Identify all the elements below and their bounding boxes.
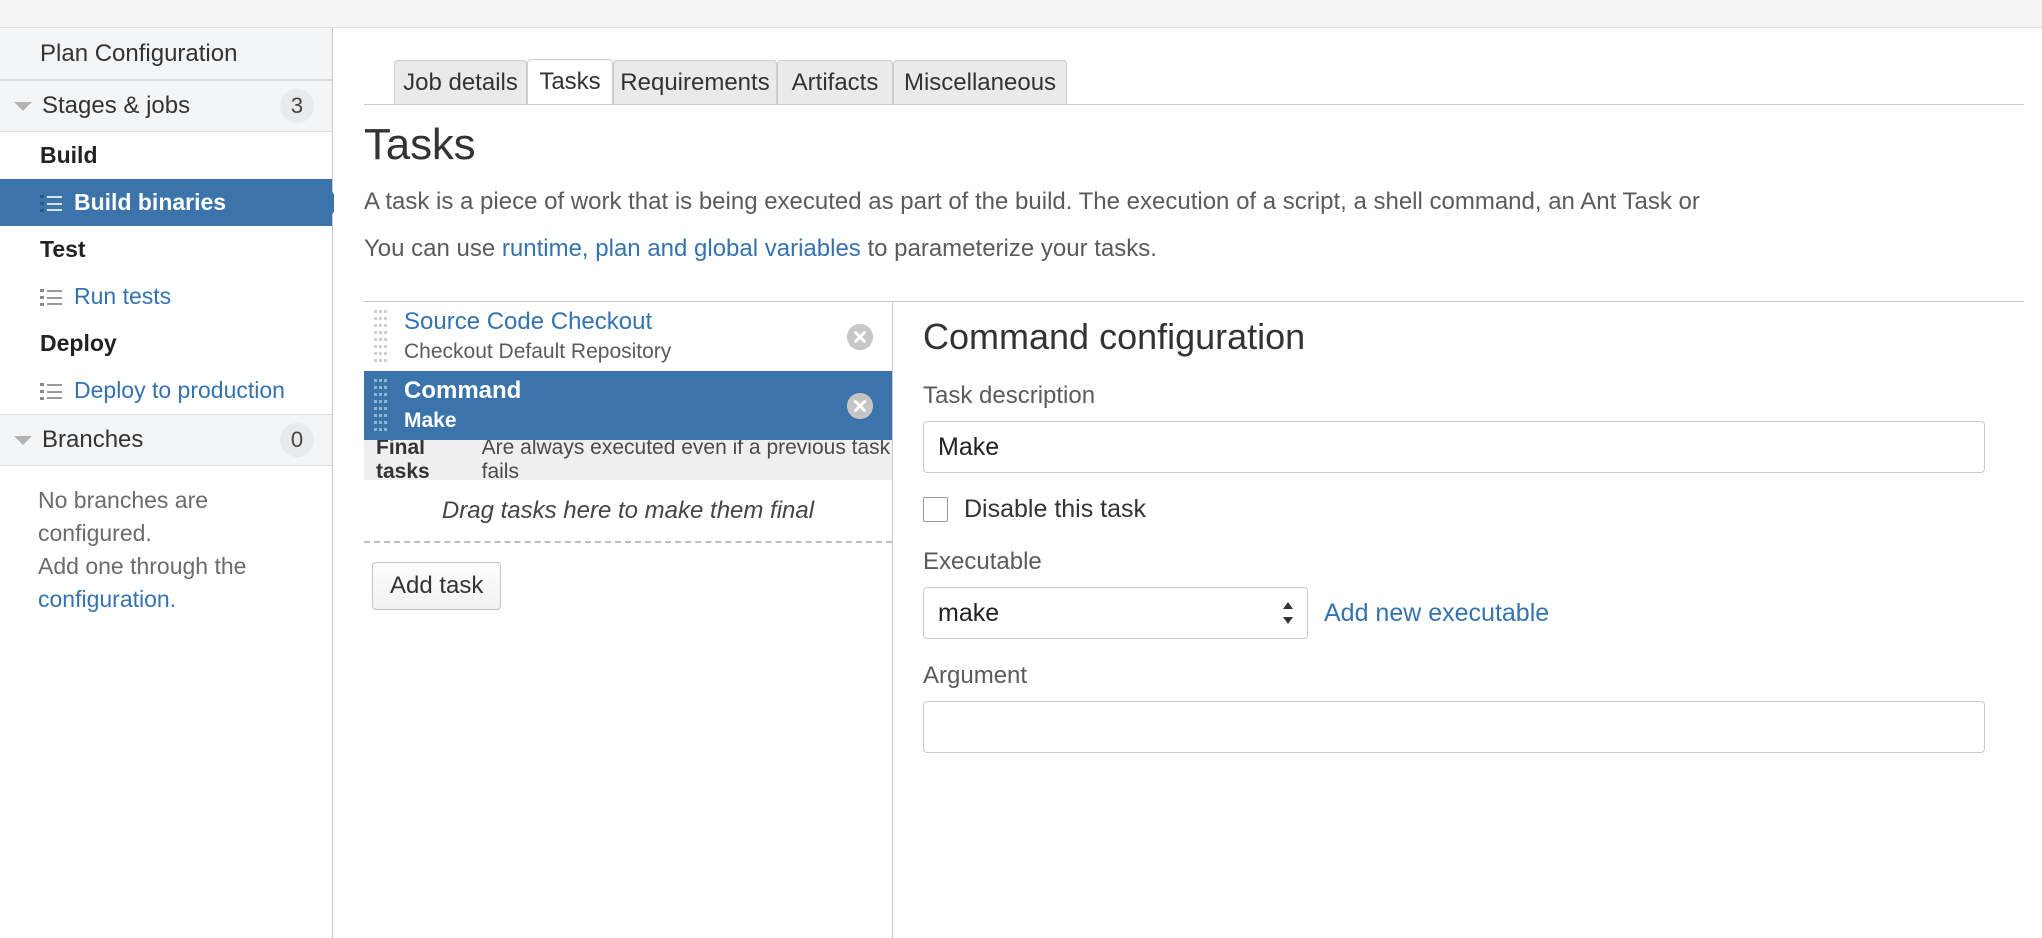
task-title[interactable]: Command: [404, 376, 521, 406]
tab-label: Artifacts: [792, 69, 879, 97]
sidebar-header-plan-configuration[interactable]: Plan Configuration: [0, 28, 332, 80]
close-icon: [847, 393, 873, 419]
tab-bar: Job details Tasks Requirements Artifacts…: [364, 60, 2024, 105]
branches-empty-line-2: Add one through the: [38, 550, 308, 583]
disable-task-label: Disable this task: [964, 495, 1146, 524]
final-tasks-label: Final tasks: [376, 436, 475, 484]
tasks-description-text: A task is a piece of work that is being …: [364, 188, 1700, 215]
executable-row: make Add new executable: [923, 587, 2024, 639]
tasks-description-paragraph-1: A task is a piece of work that is being …: [364, 188, 1700, 216]
final-tasks-banner: Final tasks Are always executed even if …: [364, 440, 892, 480]
sidebar: Plan Configuration Stages & jobs 3 Build…: [0, 28, 333, 938]
sidebar-item-label: Run tests: [74, 283, 171, 310]
tab-requirements[interactable]: Requirements: [613, 60, 777, 104]
add-new-executable-link[interactable]: Add new executable: [1324, 599, 1549, 628]
disable-task-row[interactable]: Disable this task: [923, 495, 2024, 524]
remove-task-button[interactable]: [847, 393, 873, 419]
tab-label: Tasks: [539, 68, 600, 96]
chevron-updown-icon: [1282, 600, 1294, 626]
job-list-icon: [40, 288, 62, 306]
tab-label: Miscellaneous: [904, 69, 1056, 97]
stage-deploy: Deploy: [0, 320, 332, 367]
stage-test: Test: [0, 226, 332, 273]
task-subtitle: Make: [404, 406, 521, 436]
sidebar-item-build-binaries[interactable]: Build binaries: [0, 179, 332, 226]
drag-handle-icon[interactable]: [374, 379, 388, 433]
task-list: Source Code Checkout Checkout Default Re…: [364, 302, 893, 938]
sidebar-item-label: Build binaries: [74, 189, 226, 216]
variables-text-prefix: You can use: [364, 235, 502, 262]
close-icon: [847, 324, 873, 350]
tab-tasks[interactable]: Tasks: [527, 59, 613, 104]
task-text: Source Code Checkout Checkout Default Re…: [404, 307, 671, 367]
tasks-description-paragraph-2: You can use runtime, plan and global var…: [364, 235, 1157, 263]
chevron-down-icon: [14, 436, 32, 445]
task-text: Command Make: [404, 376, 521, 436]
task-row-command[interactable]: Command Make: [364, 371, 892, 440]
add-task-container: Add task: [364, 543, 892, 610]
config-panel-title: Command configuration: [923, 316, 2024, 358]
variables-text-suffix: to parameterize your tasks.: [861, 235, 1157, 262]
branches-configuration-link[interactable]: configuration.: [38, 586, 176, 612]
executable-value: make: [938, 599, 999, 628]
stage-label: Deploy: [40, 330, 117, 357]
drag-handle-icon[interactable]: [374, 310, 388, 364]
argument-input[interactable]: [923, 701, 1985, 753]
sidebar-section-label: Branches: [42, 426, 280, 454]
executable-label: Executable: [923, 548, 2024, 576]
tab-label: Job details: [403, 69, 518, 97]
dropzone-label: Drag tasks here to make them final: [442, 497, 814, 525]
final-tasks-dropzone[interactable]: Drag tasks here to make them final: [364, 480, 892, 543]
sidebar-section-stages-and-jobs[interactable]: Stages & jobs 3: [0, 80, 332, 132]
tab-job-details[interactable]: Job details: [394, 60, 527, 104]
branches-empty-line-1: No branches are configured.: [38, 484, 308, 550]
remove-task-button[interactable]: [847, 324, 873, 350]
tab-label: Requirements: [620, 69, 769, 97]
chevron-down-icon: [14, 102, 32, 111]
executable-select[interactable]: make: [923, 587, 1308, 639]
branches-empty-message: No branches are configured. Add one thro…: [0, 466, 332, 616]
sidebar-item-run-tests[interactable]: Run tests: [0, 273, 332, 320]
task-subtitle: Checkout Default Repository: [404, 337, 671, 367]
sidebar-item-deploy-to-production[interactable]: Deploy to production: [0, 367, 332, 414]
stages-count-badge: 3: [280, 89, 314, 123]
job-list-icon: [40, 194, 62, 212]
stage-label: Build: [40, 142, 98, 169]
sidebar-header-label: Plan Configuration: [40, 40, 237, 68]
command-configuration-panel: Command configuration Task description M…: [894, 302, 2024, 938]
sidebar-section-branches[interactable]: Branches 0: [0, 414, 332, 466]
stage-label: Test: [40, 236, 86, 263]
variables-link[interactable]: runtime, plan and global variables: [502, 235, 861, 262]
tab-artifacts[interactable]: Artifacts: [777, 60, 893, 104]
top-chrome-bar: [0, 0, 2042, 28]
tasks-split-pane: Source Code Checkout Checkout Default Re…: [364, 301, 2024, 938]
tab-miscellaneous[interactable]: Miscellaneous: [893, 60, 1067, 104]
disable-task-checkbox[interactable]: [923, 497, 948, 522]
branches-count-badge: 0: [280, 423, 314, 457]
task-description-input[interactable]: Make: [923, 421, 1985, 473]
argument-label: Argument: [923, 662, 2024, 690]
task-description-value: Make: [938, 433, 999, 462]
final-tasks-description: Are always executed even if a previous t…: [482, 436, 892, 484]
sidebar-item-label: Deploy to production: [74, 377, 285, 404]
task-title[interactable]: Source Code Checkout: [404, 307, 671, 337]
main-content: Job details Tasks Requirements Artifacts…: [334, 28, 2042, 938]
sidebar-section-label: Stages & jobs: [42, 92, 280, 120]
stage-build: Build: [0, 132, 332, 179]
add-task-button[interactable]: Add task: [372, 562, 501, 610]
job-list-icon: [40, 382, 62, 400]
task-row-source-code-checkout[interactable]: Source Code Checkout Checkout Default Re…: [364, 302, 892, 371]
task-description-label: Task description: [923, 382, 2024, 410]
page-title: Tasks: [364, 120, 475, 170]
